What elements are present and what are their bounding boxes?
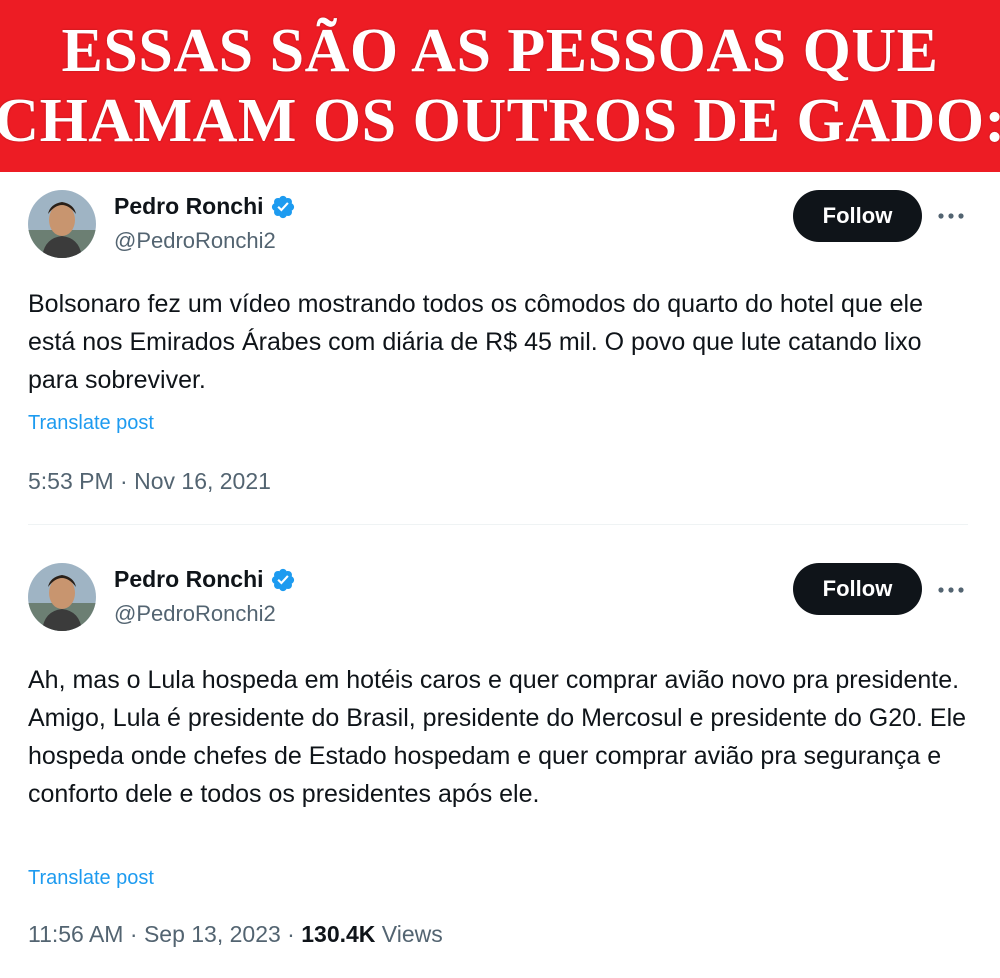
tweet-timestamp[interactable]: 11:56 AM · Sep 13, 2023 [28, 921, 281, 947]
views-stat[interactable]: 130.4K Views [301, 921, 443, 947]
follow-button[interactable]: Follow [793, 563, 922, 615]
headline-line-1: ESSAS SÃO AS PESSOAS QUE [61, 17, 939, 85]
tweet-2: Pedro Ronchi @PedroRonchi2 Follow Ah, ma… [0, 545, 1000, 978]
author-handle[interactable]: @PedroRonchi2 [114, 601, 276, 627]
author-avatar[interactable] [28, 563, 96, 631]
tweet-timestamp[interactable]: 5:53 PM · Nov 16, 2021 [28, 468, 271, 495]
more-horizontal-icon[interactable] [934, 199, 968, 233]
tweet-text: Bolsonaro fez um vídeo mostrando todos o… [28, 290, 924, 394]
headline-banner: ESSAS SÃO AS PESSOAS QUE CHAMAM OS OUTRO… [0, 0, 1000, 172]
translate-post-link[interactable]: Translate post [28, 867, 154, 890]
author-avatar[interactable] [28, 190, 96, 258]
tweet-text: Ah, mas o Lula hospeda em hotéis caros e… [28, 666, 967, 808]
views-count: 130.4K [301, 921, 376, 947]
tweet-date: Sep 13, 2023 [143, 921, 281, 947]
verified-badge-icon [271, 568, 294, 591]
tweet-meta: 11:56 AM · Sep 13, 2023 · 130.4K Views [28, 921, 443, 947]
author-name-row: Pedro Ronchi [114, 193, 296, 220]
views-label: Views [381, 921, 443, 947]
more-horizontal-icon[interactable] [934, 573, 968, 607]
headline-line-2: CHAMAM OS OUTROS DE GADO: [0, 87, 1000, 155]
author-name-row: Pedro Ronchi [114, 566, 296, 593]
author-name[interactable]: Pedro Ronchi [114, 566, 264, 593]
tweet-time: 5:53 PM [28, 468, 114, 494]
tweet-time: 11:56 AM [28, 921, 124, 947]
author-handle[interactable]: @PedroRonchi2 [114, 228, 276, 254]
tweet-divider [28, 524, 968, 525]
follow-button[interactable]: Follow [793, 190, 922, 242]
tweet-1: Pedro Ronchi @PedroRonchi2 Follow Bolson… [0, 172, 1000, 527]
author-name[interactable]: Pedro Ronchi [114, 193, 264, 220]
verified-badge-icon [271, 195, 294, 218]
avatar-photo [28, 563, 96, 631]
tweet-date: Nov 16, 2021 [134, 468, 271, 494]
avatar-photo [28, 190, 96, 258]
translate-post-link[interactable]: Translate post [28, 412, 154, 435]
